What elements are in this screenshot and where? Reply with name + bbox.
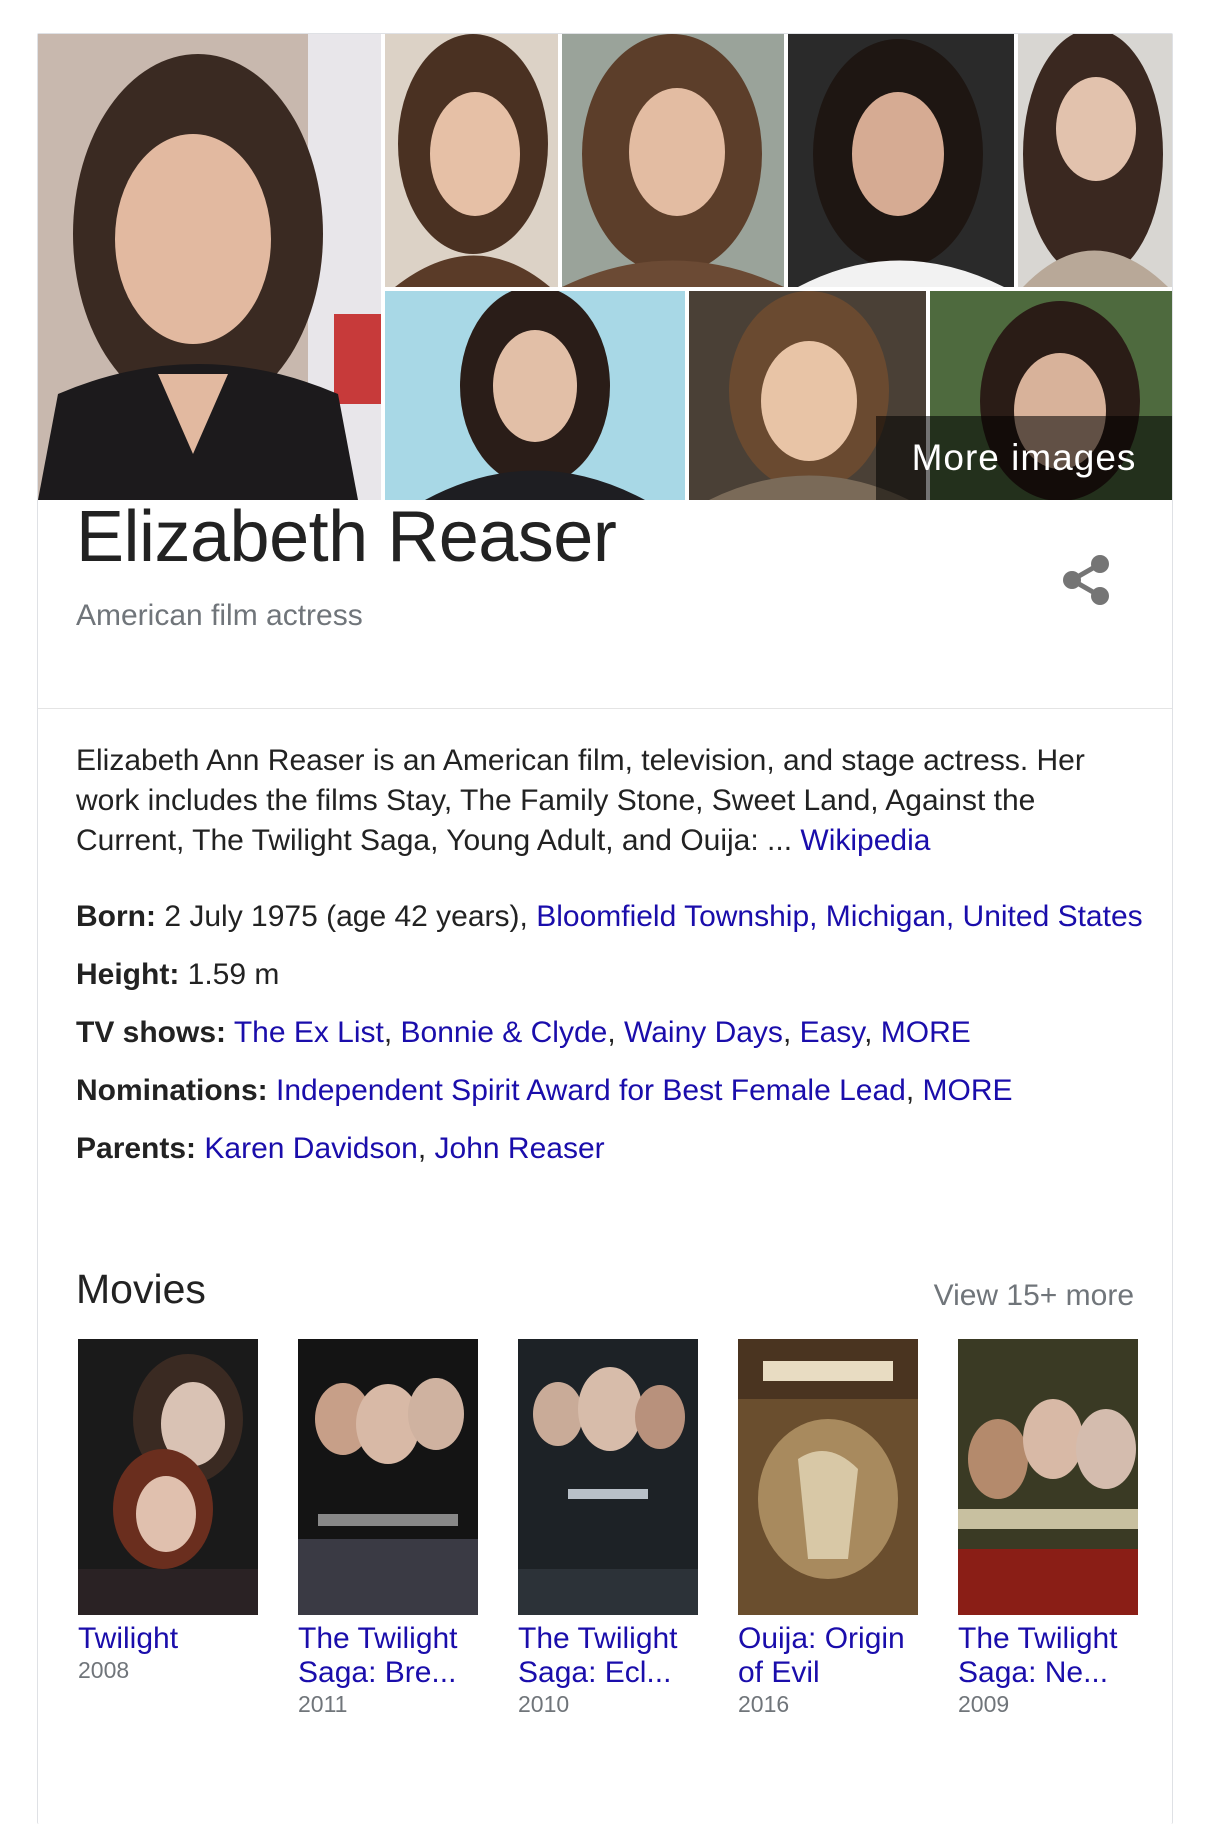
description: Elizabeth Ann Reaser is an American film… [76,741,1136,861]
tv-show-link[interactable]: Bonnie & Clyde [401,1016,608,1049]
view-more-link[interactable]: View 15+ more [934,1279,1134,1313]
movie-card[interactable]: The Twilight Saga: Bre... 2011 [298,1339,478,1718]
thumb-photo-2[interactable] [562,34,784,287]
wikipedia-link[interactable]: Wikipedia [800,824,930,857]
title-block: Elizabeth Reaser American film actress [76,497,617,633]
thumb-photo-3[interactable] [788,34,1014,287]
image-grid: More images [38,34,1172,500]
movie-poster[interactable] [738,1339,918,1615]
movie-card[interactable]: The Twilight Saga: Ecl... 2010 [518,1339,698,1718]
fact-label: Born: [76,900,156,933]
movie-year: 2009 [958,1691,1010,1717]
fact-value: 2 July 1975 (age 42 years), [155,900,537,933]
share-icon[interactable] [1058,551,1116,609]
movie-title[interactable]: Twilight [78,1622,258,1656]
thumb-photo-4[interactable] [1018,34,1172,287]
movies-heading: Movies [76,1266,206,1312]
tv-shows-more-link[interactable]: MORE [881,1016,971,1049]
movie-title[interactable]: Ouija: Origin of Evil [738,1622,918,1690]
main-photo[interactable] [38,34,381,500]
birthplace-link[interactable]: Bloomfield Township, Michigan, United St… [536,900,1142,933]
movie-year: 2016 [738,1691,790,1717]
fact-height: Height: 1.59 m [76,955,1146,995]
movie-card[interactable]: Ouija: Origin of Evil 2016 [738,1339,918,1718]
movie-poster[interactable] [518,1339,698,1615]
fact-label: Parents: [76,1132,197,1165]
movie-title[interactable]: The Twilight Saga: Ecl... [518,1622,698,1690]
parent-link[interactable]: Karen Davidson [204,1132,417,1165]
movie-year: 2011 [298,1691,348,1717]
fact-nominations: Nominations: Independent Spirit Award fo… [76,1074,1013,1107]
entity-title: Elizabeth Reaser [76,497,617,577]
thumb-photo-1[interactable] [385,34,558,287]
fact-label: Nominations: [76,1074,268,1107]
parent-link[interactable]: John Reaser [435,1132,605,1165]
nomination-link[interactable]: Independent Spirit Award for Best Female… [276,1074,906,1107]
thumb-photo-5[interactable] [385,291,685,500]
facts-list: Born: 2 July 1975 (age 42 years), Bloomf… [76,897,1146,1187]
movie-year: 2010 [518,1691,570,1717]
description-text: Elizabeth Ann Reaser is an American film… [76,744,1085,857]
movie-title[interactable]: The Twilight Saga: Ne... [958,1622,1138,1690]
fact-tv-shows: TV shows: The Ex List, Bonnie & Clyde, W… [76,1016,971,1049]
tv-show-link[interactable]: Easy [800,1016,864,1049]
fact-parents: Parents: Karen Davidson, John Reaser [76,1132,605,1165]
movie-card[interactable]: The Twilight Saga: Ne... 2009 [958,1339,1138,1718]
movie-title[interactable]: The Twilight Saga: Bre... [298,1622,478,1690]
fact-value: 1.59 m [179,958,280,991]
nominations-more-link[interactable]: MORE [923,1074,1013,1107]
tv-show-link[interactable]: Wainy Days [624,1016,783,1049]
movie-poster[interactable] [78,1339,258,1615]
movie-year: 2008 [78,1657,130,1683]
entity-subtitle: American film actress [76,599,363,632]
fact-label: Height: [76,958,180,991]
divider [38,708,1172,709]
knowledge-panel: More images Elizabeth Reaser American fi… [37,33,1173,1824]
tv-show-link[interactable]: The Ex List [234,1016,384,1049]
movie-poster[interactable] [958,1339,1138,1615]
fact-label: TV shows: [76,1016,227,1049]
more-images-button[interactable]: More images [876,416,1172,500]
movie-poster[interactable] [298,1339,478,1615]
fact-born: Born: 2 July 1975 (age 42 years), Bloomf… [76,897,1146,937]
movie-card[interactable]: Twilight 2008 [78,1339,258,1684]
